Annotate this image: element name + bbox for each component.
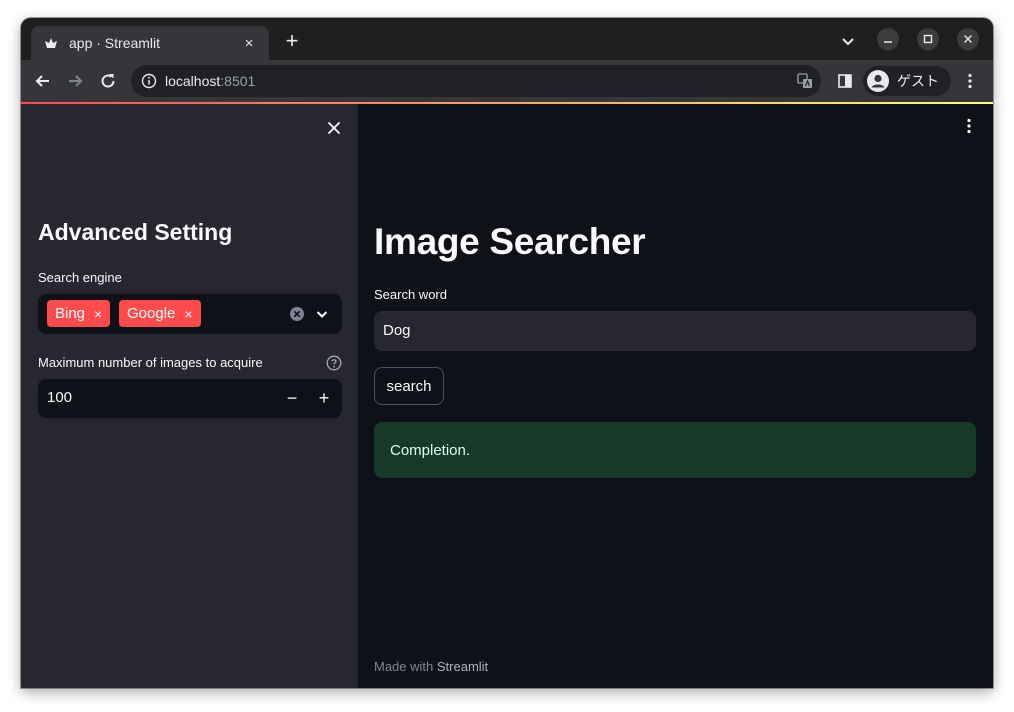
back-arrow-icon[interactable] — [33, 71, 53, 91]
search-engine-multiselect[interactable]: Bing × Google × — [38, 294, 342, 334]
maximize-button[interactable] — [917, 28, 939, 50]
sidebar: Advanced Setting Search engine Bing × Go… — [21, 104, 358, 688]
alert-text: Completion. — [390, 442, 471, 459]
browser-menu-icon[interactable] — [960, 71, 980, 91]
profile-label: ゲスト — [897, 73, 939, 89]
tab-close-icon[interactable]: × — [241, 35, 257, 52]
close-window-button[interactable] — [957, 28, 979, 50]
search-word-value: Dog — [383, 322, 411, 339]
search-word-input[interactable]: Dog — [374, 311, 976, 351]
browser-window: app · Streamlit × + localhost:8501 ゲスト … — [21, 18, 993, 688]
sidebar-close-icon[interactable] — [324, 118, 344, 138]
tab-search-icon[interactable] — [839, 32, 857, 50]
max-images-label: Maximum number of images to acquire — [38, 355, 263, 370]
max-images-number-input[interactable]: 100 − + — [38, 379, 342, 418]
footer-prefix: Made with — [374, 659, 437, 674]
browser-toolbar: localhost:8501 ゲスト — [21, 60, 993, 102]
footer-streamlit-link[interactable]: Streamlit — [437, 659, 488, 674]
forward-arrow-icon[interactable] — [65, 71, 85, 91]
chip-remove-icon[interactable]: × — [184, 306, 192, 322]
success-alert: Completion. — [374, 422, 976, 478]
chevron-down-icon[interactable] — [314, 306, 330, 322]
profile-avatar-icon — [867, 70, 889, 92]
chip-remove-icon[interactable]: × — [94, 306, 102, 322]
engine-chip-bing: Bing × — [47, 300, 111, 327]
site-info-icon[interactable] — [141, 73, 157, 89]
reload-icon[interactable] — [98, 71, 118, 91]
sidebar-title: Advanced Setting — [38, 219, 233, 245]
url-host: localhost — [165, 73, 221, 89]
search-button[interactable]: search — [374, 367, 444, 405]
address-bar[interactable]: localhost:8501 — [131, 65, 821, 97]
help-icon[interactable] — [326, 355, 342, 371]
side-panel-icon[interactable] — [835, 71, 855, 91]
engine-chip-label: Bing — [55, 305, 86, 322]
engine-chip-label: Google — [127, 305, 176, 322]
max-images-value: 100 — [47, 389, 73, 406]
search-engine-label: Search engine — [38, 270, 122, 285]
url-port: :8501 — [220, 73, 256, 89]
main-content: Image Searcher Search word Dog search Co… — [358, 104, 993, 688]
clear-all-icon[interactable] — [289, 306, 305, 322]
engine-chip-google: Google × — [119, 300, 201, 327]
translate-icon[interactable] — [795, 71, 815, 91]
footer: Made with Streamlit — [374, 659, 488, 674]
minimize-button[interactable] — [877, 28, 899, 50]
increment-button[interactable]: + — [310, 383, 338, 414]
streamlit-favicon-icon — [43, 35, 59, 51]
app-menu-icon[interactable] — [961, 118, 977, 134]
tab-strip: app · Streamlit × + — [21, 18, 993, 60]
browser-tab[interactable]: app · Streamlit × — [31, 26, 269, 60]
tab-title: app · Streamlit — [69, 35, 161, 51]
page-title: Image Searcher — [374, 221, 646, 262]
profile-button[interactable]: ゲスト — [863, 66, 951, 96]
decrement-button[interactable]: − — [278, 383, 306, 414]
new-tab-button[interactable]: + — [281, 30, 303, 52]
search-word-label: Search word — [374, 287, 447, 302]
